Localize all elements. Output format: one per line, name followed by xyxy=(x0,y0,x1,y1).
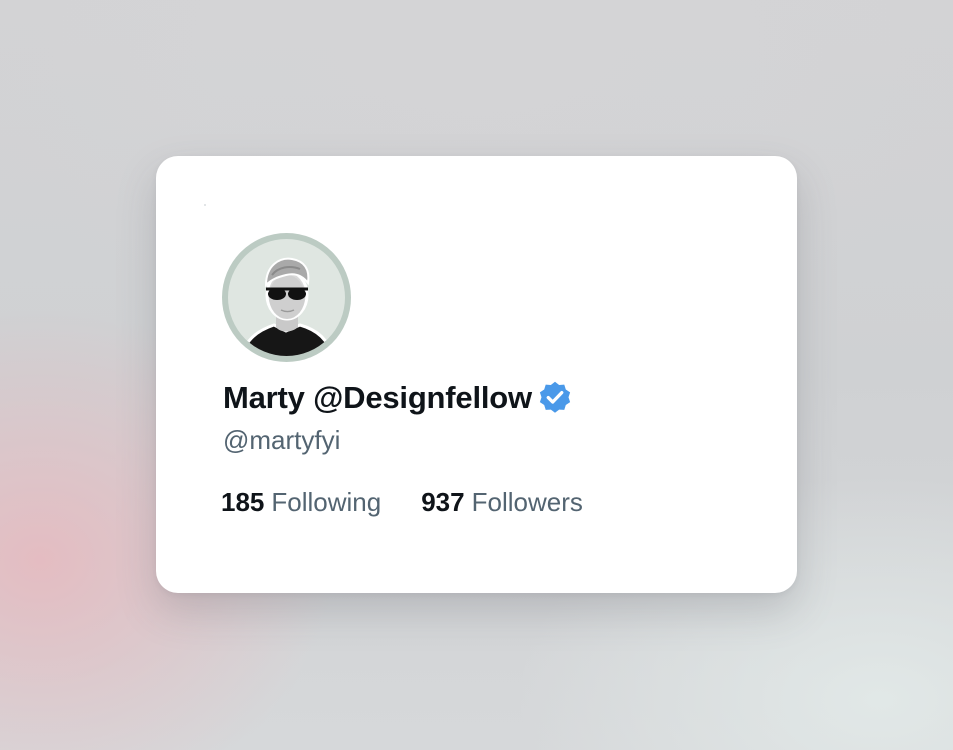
stats-row: 185 Following 937 Followers xyxy=(221,487,583,518)
name-row: Marty @Designfellow xyxy=(223,378,573,418)
followers-label: Followers xyxy=(471,487,583,517)
following-label: Following xyxy=(271,487,382,517)
following-count: 185 xyxy=(221,487,265,517)
card-speck xyxy=(204,204,206,206)
handle[interactable]: @martyfyi xyxy=(223,425,340,456)
avatar-photo xyxy=(228,239,345,356)
profile-card: Marty @Designfellow @martyfyi 185 Follow… xyxy=(156,156,797,593)
followers-count: 937 xyxy=(421,487,465,517)
followers-stat[interactable]: 937 Followers xyxy=(421,487,583,518)
verified-badge-icon xyxy=(537,380,573,416)
avatar[interactable] xyxy=(222,233,351,362)
following-stat[interactable]: 185 Following xyxy=(221,487,381,518)
display-name[interactable]: Marty @Designfellow xyxy=(223,380,532,416)
avatar-portrait-icon xyxy=(240,257,334,356)
